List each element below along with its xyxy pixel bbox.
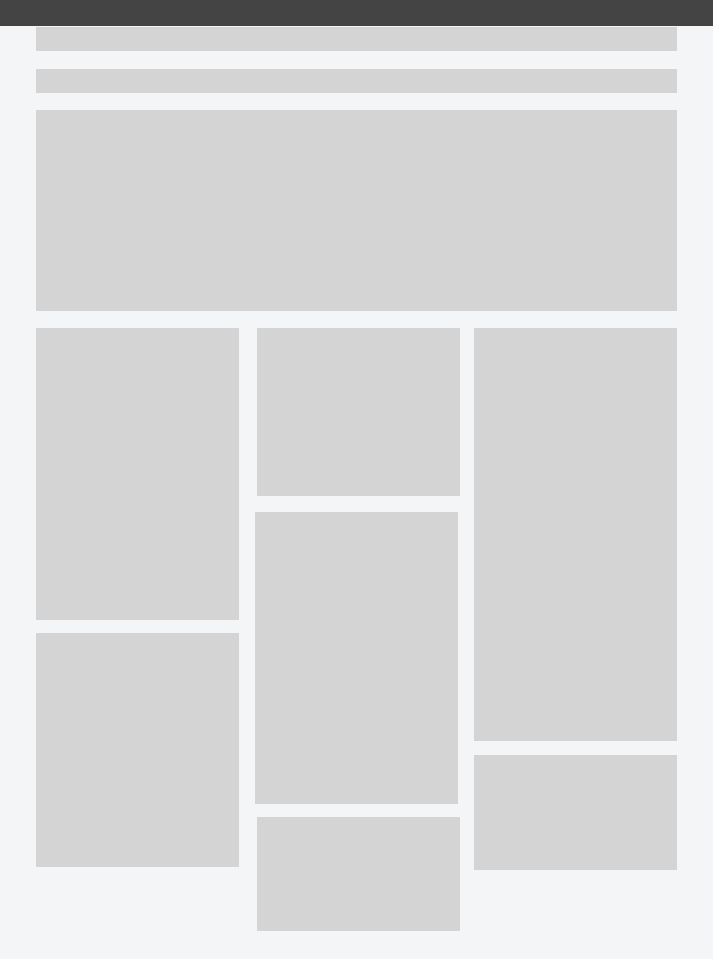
skeleton-hero-banner (36, 110, 677, 311)
skeleton-card (474, 755, 677, 870)
skeleton-card (36, 633, 239, 867)
skeleton-title-bar (36, 27, 677, 51)
top-app-bar (0, 0, 713, 26)
skeleton-card (474, 328, 677, 741)
skeleton-card (257, 328, 460, 496)
skeleton-card (257, 817, 460, 931)
skeleton-card (36, 328, 239, 620)
skeleton-card (255, 512, 458, 804)
skeleton-subtitle-bar (36, 69, 677, 93)
